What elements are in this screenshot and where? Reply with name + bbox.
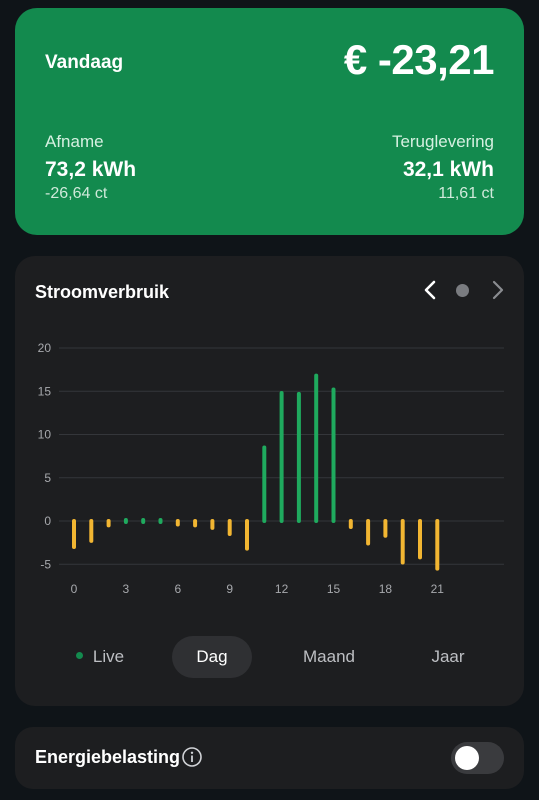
teruglevering-cost: 11,61 ct xyxy=(438,185,494,202)
live-indicator-dot xyxy=(75,652,83,660)
tab-dag-label: Dag xyxy=(196,647,228,666)
x-tick-label: 15 xyxy=(327,582,341,596)
tab-jaar-label: Jaar xyxy=(431,647,465,666)
energy-tax-label: Energiebelasting xyxy=(35,747,181,767)
x-tick-label: 21 xyxy=(431,582,445,596)
energy-tax-toggle[interactable] xyxy=(451,742,504,774)
toggle-knob xyxy=(455,746,479,770)
x-tick-label: 0 xyxy=(71,582,78,596)
teruglevering-label: Teruglevering xyxy=(391,132,494,151)
summary-total: € -23,21 xyxy=(343,36,495,83)
afname-value: 73,2 kWh xyxy=(45,158,137,181)
x-tick-label: 6 xyxy=(174,582,181,596)
chevron-right-icon[interactable] xyxy=(485,278,509,302)
tab-live[interactable]: Live xyxy=(55,636,145,678)
tab-jaar[interactable]: Jaar xyxy=(408,636,488,678)
y-tick-label: 0 xyxy=(44,514,51,528)
y-tick-label: 20 xyxy=(38,341,52,355)
afname-label: Afname xyxy=(45,132,104,151)
usage-bar-chart: 20 15 10 5 0 -5 0 3 6 9 12 15 18 21 xyxy=(38,341,504,596)
usage-chart-card: Stroomverbruik 20 15 10 5 0 -5 0 3 6 9 12 15 18 21 Li… xyxy=(15,256,524,706)
page-indicator-dot xyxy=(456,284,469,297)
summary-title: Vandaag xyxy=(45,52,124,73)
x-tick-label: 9 xyxy=(226,582,233,596)
y-tick-label: 5 xyxy=(44,471,51,485)
daily-summary-card: Vandaag € -23,21 Afname 73,2 kWh -26,64 … xyxy=(15,8,524,235)
teruglevering-value: 32,1 kWh xyxy=(402,158,494,181)
x-tick-label: 18 xyxy=(379,582,393,596)
period-tabs: Live Dag Maand Jaar xyxy=(15,636,524,678)
tab-dag[interactable]: Dag xyxy=(172,636,252,678)
tab-maand[interactable]: Maand xyxy=(287,636,371,678)
x-tick-label: 12 xyxy=(275,582,289,596)
tab-live-label: Live xyxy=(92,647,125,666)
energy-tax-card: Energiebelasting xyxy=(15,727,524,789)
y-tick-label: -5 xyxy=(40,557,51,571)
chart-title: Stroomverbruik xyxy=(35,282,170,302)
y-tick-label: 15 xyxy=(38,384,52,398)
y-tick-label: 10 xyxy=(38,428,52,442)
info-icon[interactable] xyxy=(181,746,203,768)
tab-maand-label: Maand xyxy=(303,647,355,666)
chevron-left-icon[interactable] xyxy=(419,278,443,302)
afname-cost: -26,64 ct xyxy=(45,185,108,202)
x-tick-label: 3 xyxy=(123,582,130,596)
